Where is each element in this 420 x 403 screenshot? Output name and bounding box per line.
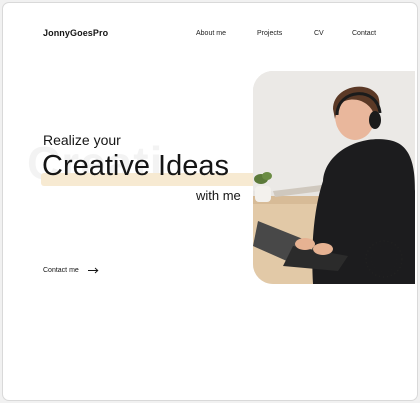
hero-headline-line1: Realize your xyxy=(43,132,121,148)
nav-projects[interactable]: Projects xyxy=(257,30,282,37)
contact-me-link[interactable]: Contact me xyxy=(43,267,99,274)
arrow-right-icon xyxy=(87,267,99,274)
contact-me-label: Contact me xyxy=(43,267,79,274)
page-frame: JonnyGoesPro About me Projects CV Contac… xyxy=(2,2,418,401)
rotating-badge-icon xyxy=(365,240,403,278)
site-logo[interactable]: JonnyGoesPro xyxy=(43,28,108,38)
nav-cv[interactable]: CV xyxy=(314,30,324,37)
nav-contact[interactable]: Contact xyxy=(352,30,376,37)
hero-headline-line2: Creative Ideas xyxy=(42,150,229,182)
hero-headline-line3: with me xyxy=(196,188,241,203)
nav-about-me[interactable]: About me xyxy=(196,30,226,37)
